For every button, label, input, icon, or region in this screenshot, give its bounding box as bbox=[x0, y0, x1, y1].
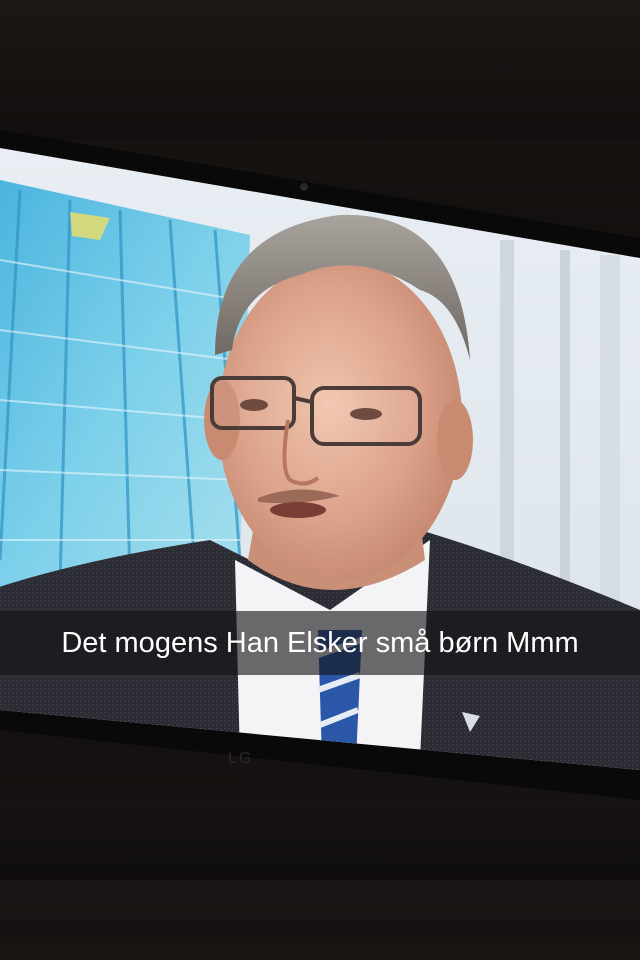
photo: LG Det mogens Han Elsker små børn Mmm bbox=[0, 0, 640, 960]
tv-brand-logo: LG bbox=[228, 750, 254, 767]
tv-power-led bbox=[300, 183, 308, 191]
mouth bbox=[270, 502, 326, 518]
tv-screen bbox=[0, 130, 640, 800]
caption-text: Det mogens Han Elsker små børn Mmm bbox=[61, 627, 579, 659]
